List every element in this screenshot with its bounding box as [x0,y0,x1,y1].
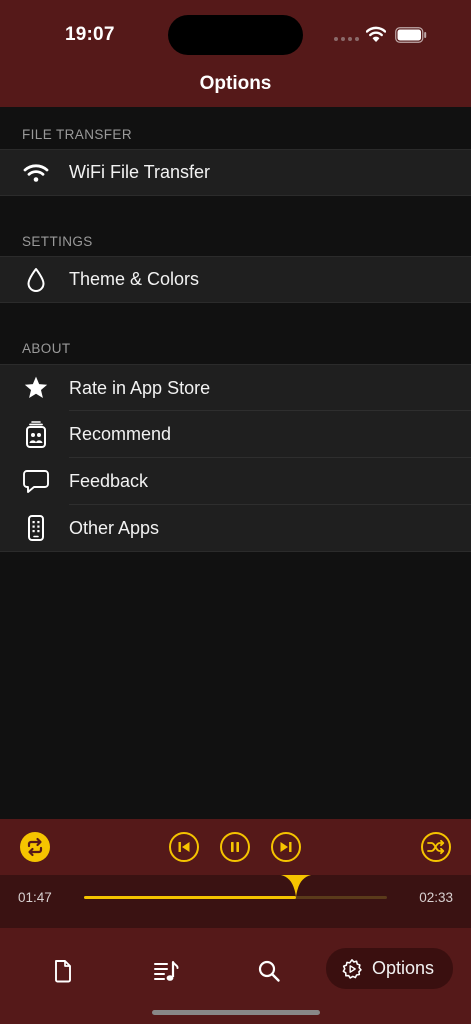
home-indicator [152,1010,320,1015]
feedback-label: Feedback [69,471,149,491]
recommend-row[interactable]: Recommend [0,411,471,458]
search-icon [258,960,280,982]
page-title: Options [199,73,272,94]
wifi-file-transfer-label: WiFi File Transfer [69,162,211,182]
tab-files[interactable] [48,956,78,986]
wifi-file-transfer-row[interactable]: WiFi File Transfer [0,149,471,196]
player-controls [0,819,471,875]
status-time: 19:07 [65,24,115,45]
other-apps-label: Other Apps [69,517,160,538]
gear-icon [342,958,362,979]
star-icon [22,374,50,402]
progress-slider[interactable] [84,875,387,899]
wifi-icon [22,159,50,187]
navigation-bar: 19:07 Options [0,0,471,107]
section-header-file-transfer: FILE TRANSFER [22,127,132,142]
battery-icon [395,27,427,43]
remaining-time: 02:33 [419,890,453,905]
drop-icon [22,266,50,294]
theme-colors-row[interactable]: Theme & Colors [0,256,471,303]
recommend-label: Recommend [69,424,172,444]
previous-track-icon[interactable] [169,832,199,862]
tab-playlists[interactable] [151,956,181,986]
progress-fill [84,896,297,899]
share-app-icon [22,420,50,449]
shuffle-icon[interactable] [421,832,451,862]
tab-options-label: Options [372,958,435,978]
section-header-settings: SETTINGS [22,234,93,249]
playback-progress: 01:47 02:33 [0,875,471,928]
file-icon [55,960,71,983]
theme-colors-label: Theme & Colors [69,269,200,289]
feedback-row[interactable]: Feedback [0,458,471,505]
playlist-icon [154,961,179,981]
cellular-signal-icon [334,37,359,41]
section-header-about: ABOUT [22,341,71,356]
dynamic-island [168,15,303,55]
progress-thumb[interactable] [281,875,312,897]
repeat-icon[interactable] [20,832,50,862]
tab-options[interactable]: Options [326,948,453,989]
next-track-icon[interactable] [271,832,301,862]
chat-bubble-icon [22,468,50,496]
other-apps-row[interactable]: Other Apps [0,505,471,552]
phone-icon [22,514,50,542]
pause-icon[interactable] [220,832,250,862]
rate-in-app-store-row[interactable]: Rate in App Store [0,364,471,411]
rate-in-app-store-label: Rate in App Store [69,377,211,398]
elapsed-time: 01:47 [18,890,52,905]
tab-search[interactable] [254,956,284,986]
wifi-status-icon [366,26,386,42]
